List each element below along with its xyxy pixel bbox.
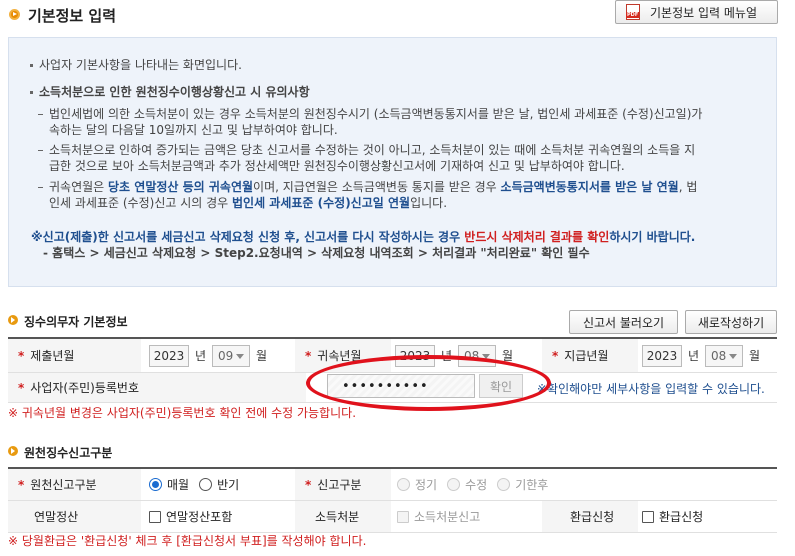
pay-period-label: * 지급년월 bbox=[542, 339, 638, 372]
refund-checkbox[interactable] bbox=[642, 510, 654, 523]
new-report-button[interactable]: 새로작성하기 bbox=[685, 310, 777, 334]
category-row-1: * 원천신고구분 매월 반기 * 신고구분 정기 수정 기한후 bbox=[8, 469, 777, 501]
item3-line2: 인세 과세표준 (수정)신고 시의 경우 법인세 과세표준 (수정)신고일 연월… bbox=[49, 196, 448, 210]
yearend-checkbox-label: 연말정산포함 bbox=[166, 510, 233, 524]
yearend-label: 연말정산 bbox=[8, 501, 141, 532]
submit-period-label: * 제출년월 bbox=[8, 339, 141, 372]
title-bullet-icon bbox=[9, 9, 20, 20]
refund-field: 환급신청 bbox=[642, 501, 713, 532]
caution-title: 소득처분으로 인한 원천징수이행상황신고 시 유의사항 bbox=[39, 85, 310, 99]
yearend-field: 연말정산포함 bbox=[149, 501, 242, 532]
dash-icon bbox=[38, 114, 43, 115]
load-report-button[interactable]: 신고서 불러오기 bbox=[569, 310, 678, 334]
page-title: 기본정보 입력 bbox=[28, 7, 117, 25]
radio-amend-label: 수정 bbox=[465, 478, 488, 492]
reg-number-label: * 사업자(주민)등록번호 bbox=[8, 373, 306, 402]
section-bullet-icon bbox=[8, 315, 18, 325]
refund-checkbox-label: 환급신청 bbox=[659, 510, 704, 524]
item1-line1: 법인세법에 의한 소득처분이 있는 경우 소득처분의 원천징수시기 (소득금액변… bbox=[49, 107, 703, 121]
item2-line2: 급한 것으로 보아 소득처분금액과 추가 정산세액만 원천징수이행상황신고서에 … bbox=[49, 159, 625, 173]
radio-amend[interactable] bbox=[447, 478, 461, 491]
category-table: * 원천신고구분 매월 반기 * 신고구분 정기 수정 기한후 연말정산 연말정산포… bbox=[8, 467, 777, 533]
dash-icon bbox=[38, 150, 43, 151]
disposal-checkbox[interactable] bbox=[397, 510, 409, 523]
radio-monthly[interactable] bbox=[149, 478, 162, 491]
category-row-2: 연말정산 연말정산포함 소득처분 소득처분신고 환급신청 환급신청 bbox=[8, 501, 777, 533]
manual-button[interactable]: 기본정보 입력 메뉴얼 bbox=[615, 0, 778, 24]
highlight-ellipse bbox=[306, 355, 551, 411]
withholder-section-title: 징수의무자 기본정보 bbox=[24, 315, 128, 329]
bullet-icon bbox=[30, 91, 33, 94]
submit-year-input[interactable]: 2023 bbox=[149, 344, 189, 367]
confirm-hint: ※확인해야만 세부사항을 입력할 수 있습니다. bbox=[537, 382, 765, 396]
category-section-title: 원천징수신고구분 bbox=[24, 446, 113, 460]
report-class-options: 정기 수정 기한후 bbox=[397, 469, 558, 500]
info-box: 사업자 기본사항을 나타내는 화면입니다. 소득처분으로 인한 원천징수이행상황… bbox=[8, 37, 777, 287]
yearend-checkbox[interactable] bbox=[149, 510, 161, 523]
radio-monthly-label: 매월 bbox=[167, 478, 190, 492]
delete-notice-path: - 홈택스 > 세금신고 삭제요청 > Step2.요청내역 > 삭제요청 내역… bbox=[43, 246, 590, 260]
refund-label: 환급신청 bbox=[542, 501, 638, 532]
disposal-label: 소득처분 bbox=[295, 501, 391, 532]
info-intro: 사업자 기본사항을 나타내는 화면입니다. bbox=[39, 58, 242, 72]
pdf-icon bbox=[626, 4, 640, 20]
item3-line1: 귀속연월은 당초 연말정산 등의 귀속연월이며, 지급연월은 소득금액변동 통지… bbox=[49, 180, 698, 194]
radio-late[interactable] bbox=[497, 478, 511, 491]
attr-change-warning: ※ 귀속년월 변경은 사업자(주민)등록번호 확인 전에 수정 가능합니다. bbox=[8, 406, 357, 420]
bullet-icon bbox=[30, 64, 33, 67]
radio-late-label: 기한후 bbox=[515, 478, 549, 492]
delete-notice: ※신고(제출)한 신고서를 세금신고 삭제요청 신청 후, 신고서를 다시 작성… bbox=[31, 230, 696, 244]
section-bullet-icon bbox=[8, 446, 18, 456]
radio-half[interactable] bbox=[199, 478, 213, 491]
report-type-options: 매월 반기 bbox=[149, 469, 249, 500]
dash-icon bbox=[38, 187, 43, 188]
item1-line2: 속하는 달의 다음달 10일까지 신고 및 납부하여야 합니다. bbox=[49, 123, 338, 137]
radio-half-label: 반기 bbox=[217, 478, 240, 492]
radio-regular-label: 정기 bbox=[415, 478, 438, 492]
report-class-label: * 신고구분 bbox=[295, 469, 391, 500]
chevron-down-icon bbox=[729, 353, 738, 359]
page-header: 기본정보 입력 기본정보 입력 메뉴얼 bbox=[0, 0, 795, 34]
report-type-label: * 원천신고구분 bbox=[8, 469, 141, 500]
refund-warning: ※ 당월환급은 '환급신청' 체크 후 [환급신청서 부표]를 작성해야 합니다… bbox=[8, 534, 367, 548]
radio-regular[interactable] bbox=[397, 478, 410, 491]
submit-month-select[interactable]: 09 bbox=[212, 344, 251, 367]
chevron-down-icon bbox=[236, 353, 245, 359]
submit-period-field: 2023 년 09 월 bbox=[149, 339, 273, 372]
pay-period-field: 2023 년 08 월 bbox=[642, 339, 766, 372]
disposal-field: 소득처분신고 bbox=[397, 501, 490, 532]
item2-line1: 소득처분으로 인하여 증가되는 금액은 당초 신고서를 수정하는 것이 아니고,… bbox=[49, 143, 696, 157]
disposal-checkbox-label: 소득처분신고 bbox=[414, 510, 481, 524]
pay-month-select[interactable]: 08 bbox=[705, 344, 744, 367]
manual-button-label: 기본정보 입력 메뉴얼 bbox=[650, 5, 757, 20]
pay-year-input[interactable]: 2023 bbox=[642, 344, 682, 367]
